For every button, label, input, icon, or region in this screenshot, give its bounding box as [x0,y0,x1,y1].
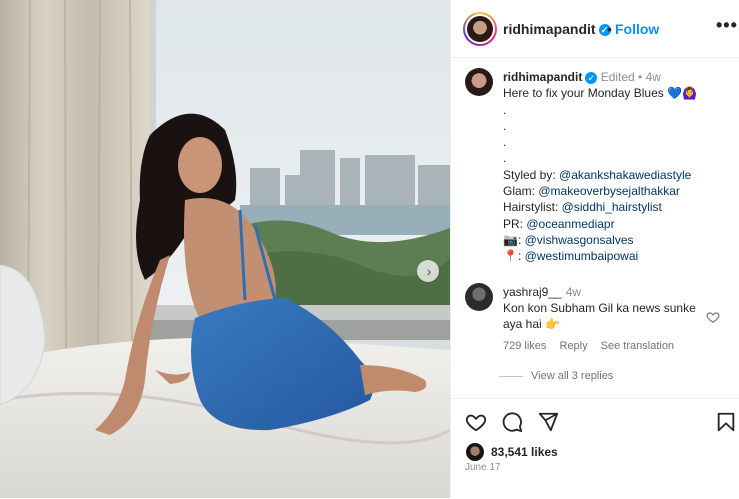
comment-icon[interactable] [501,411,523,433]
verified-badge-icon: ✓ [585,71,598,84]
reply-button[interactable]: Reply [559,340,587,352]
comment: yashraj9__ 4w Kon kon Subham Gil ka news … [503,284,718,332]
credit-pr: PR: @oceanmediapr [503,216,615,231]
mention-link[interactable]: @vishwasgonsalves [525,233,634,247]
liker-avatar [465,442,485,462]
credit-glam: Glam: @makeoverbysejalthakkar [503,184,680,199]
send-icon[interactable] [537,411,559,433]
caption-username[interactable]: ridhimapandit [503,70,582,84]
chevron-right-icon: › [426,263,432,279]
see-translation-button[interactable]: See translation [601,340,674,352]
author-username[interactable]: ridhimapandit ✓ [503,21,611,37]
bookmark-icon[interactable] [715,411,737,433]
post-photo[interactable]: › [0,0,450,498]
comment-meta: 729 likes Reply See translation [503,340,684,352]
view-replies-button[interactable]: View all 3 replies [499,370,613,382]
post-header: ridhimapandit ✓ • Follow ••• [451,0,739,58]
mention-link[interactable]: @akankshakawediastyle [559,168,691,182]
post-date[interactable]: June 17 [465,462,501,473]
next-photo-button[interactable]: › [417,260,439,282]
post-image [0,0,450,498]
mention-link[interactable]: @siddhi_hairstylist [562,200,662,214]
caption-line: . [503,118,507,133]
caption-meta: Edited • 4w [600,70,661,84]
credit-photo: 📷: @vishwasgonsalves [503,232,634,247]
caption-line: . [503,135,507,150]
heart-icon[interactable] [465,411,487,433]
mention-link[interactable]: @oceanmediapr [526,217,614,231]
comment-time: 4w [565,285,582,299]
replies-divider [499,375,523,377]
comment-text: Kon kon Subham Gil ka news sunke aya hai… [503,301,696,331]
credit-hair: Hairstylist: @siddhi_hairstylist [503,200,662,215]
likes-count: 83,541 likes [491,445,558,459]
caption-line: Here to fix your Monday Blues 💙🙆‍♀️ [503,86,697,101]
commenter-avatar[interactable] [465,283,493,311]
post-side-panel: ridhimapandit ✓ • Follow ••• ridhimapandi… [450,0,739,498]
caption-avatar[interactable] [465,68,493,96]
credit-stylist: Styled by: @akankshakawediastyle [503,167,692,182]
username-link[interactable]: ridhimapandit [503,21,596,37]
comment-like-icon[interactable] [706,310,720,324]
credit-location: 📍: @westimumbaipowai [503,249,639,264]
commenter-username[interactable]: yashraj9__ [503,285,562,299]
mention-link[interactable]: @westimumbaipowai [525,249,639,263]
likes-summary[interactable]: 83,541 likes [465,442,558,462]
author-avatar[interactable] [463,12,497,46]
comment-likes-count[interactable]: 729 likes [503,340,546,352]
mention-link[interactable]: @makeoverbysejalthakkar [538,184,680,198]
caption-line: . [503,102,507,117]
follow-button[interactable]: Follow [615,21,659,37]
post-actions: 83,541 likes June 17 [451,398,739,499]
separator-dot: • [607,21,612,37]
caption-line: . [503,151,507,166]
more-options-icon[interactable]: ••• [716,15,738,36]
post-caption: ridhimapandit ✓ Edited • 4w Here to fix y… [503,69,733,265]
